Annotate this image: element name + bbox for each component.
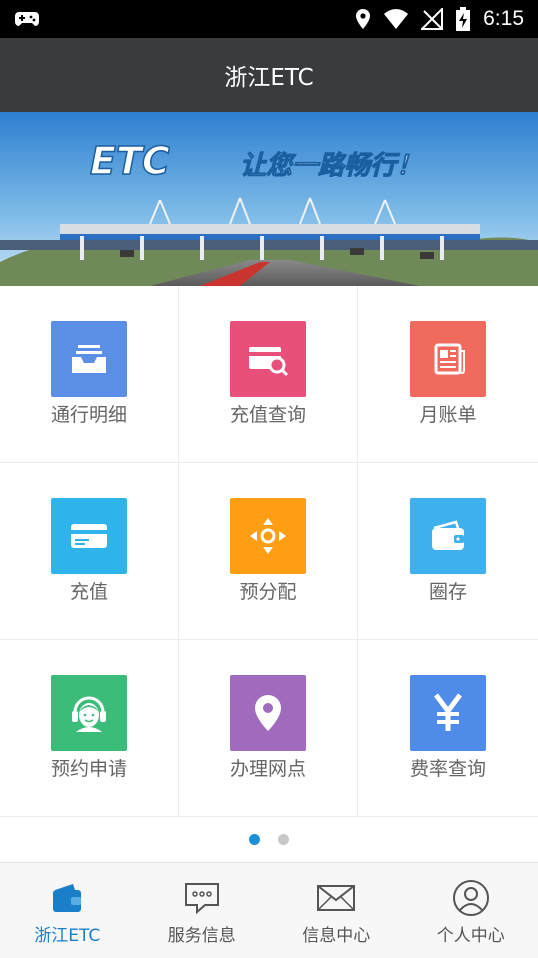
- grid-item-label: 月账单: [419, 404, 477, 426]
- grid-item-label: 费率查询: [409, 758, 486, 780]
- grid-item-appointment[interactable]: 预约申请: [0, 640, 179, 817]
- tab-label: 信息中心: [302, 926, 371, 946]
- grid-item-label: 通行明细: [50, 404, 127, 426]
- grid-item-recharge-query[interactable]: 充值查询: [179, 286, 358, 463]
- app-bar: 浙江ETC: [0, 38, 538, 112]
- grid-item-transit-details[interactable]: 通行明细: [0, 286, 179, 463]
- user-circle-icon: [451, 879, 491, 917]
- card-search-icon: [230, 321, 306, 397]
- wifi-icon: [384, 9, 409, 29]
- promo-banner[interactable]: ETC 让您一路畅行！: [0, 112, 538, 286]
- banner-slogan: 让您一路畅行！: [240, 151, 422, 181]
- tab-label: 服务信息: [167, 926, 236, 946]
- location-icon: [356, 9, 371, 29]
- page-dot-1[interactable]: [249, 834, 260, 845]
- tray-icon: [51, 321, 127, 397]
- envelope-icon: [316, 879, 356, 917]
- gamepad-icon: [15, 12, 39, 26]
- location-pin-icon: [230, 675, 306, 751]
- grid-item-monthly-bill[interactable]: 月账单: [358, 286, 538, 463]
- tab-label: 浙江ETC: [34, 926, 101, 946]
- grid-item-label: 预分配: [239, 581, 297, 603]
- grid-item-recharge[interactable]: 充值: [0, 463, 179, 640]
- credit-card-icon: [51, 498, 127, 574]
- page-title: 浙江ETC: [224, 65, 314, 91]
- clock: 6:15: [483, 7, 524, 30]
- battery-charging-icon: [456, 7, 471, 31]
- banner-logo-text: ETC: [90, 139, 170, 183]
- grid-item-rate-query[interactable]: 费率查询: [358, 640, 538, 817]
- grid-item-load-wallet[interactable]: 圈存: [358, 463, 538, 640]
- tab-personal-center[interactable]: 个人中心: [404, 863, 538, 958]
- no-signal-icon: [421, 8, 444, 30]
- wallet-icon: [410, 498, 486, 574]
- move-arrows-icon: [230, 498, 306, 574]
- grid-item-label: 预约申请: [50, 758, 127, 780]
- grid-item-label: 圈存: [428, 581, 467, 603]
- tab-zhejiang-etc[interactable]: 浙江ETC: [0, 863, 135, 958]
- page-dot-2[interactable]: [278, 834, 289, 845]
- grid-item-label: 办理网点: [229, 758, 306, 780]
- grid-item-service-outlets[interactable]: 办理网点: [179, 640, 358, 817]
- tab-service-info[interactable]: 服务信息: [135, 863, 270, 958]
- etc-wallet-icon: [47, 879, 87, 917]
- newspaper-icon: [410, 321, 486, 397]
- headset-agent-icon: [51, 675, 127, 751]
- function-grid: 通行明细 充值查询 月账单 充值 预分配 圈存 预约申请 办理网点 费率查询: [0, 286, 538, 817]
- page-indicator: [0, 817, 538, 863]
- tab-label: 个人中心: [436, 926, 505, 946]
- status-bar: 6:15: [0, 0, 538, 38]
- tab-info-center[interactable]: 信息中心: [269, 863, 404, 958]
- grid-item-label: 充值: [69, 581, 108, 603]
- bottom-tab-bar: 浙江ETC 服务信息 信息中心 个人中心: [0, 863, 538, 958]
- toll-station-image: ETC 让您一路畅行！: [0, 112, 538, 286]
- grid-item-preallocate[interactable]: 预分配: [179, 463, 358, 640]
- grid-item-label: 充值查询: [229, 404, 306, 426]
- chat-bubble-icon: [182, 879, 222, 917]
- yen-icon: [410, 675, 486, 751]
